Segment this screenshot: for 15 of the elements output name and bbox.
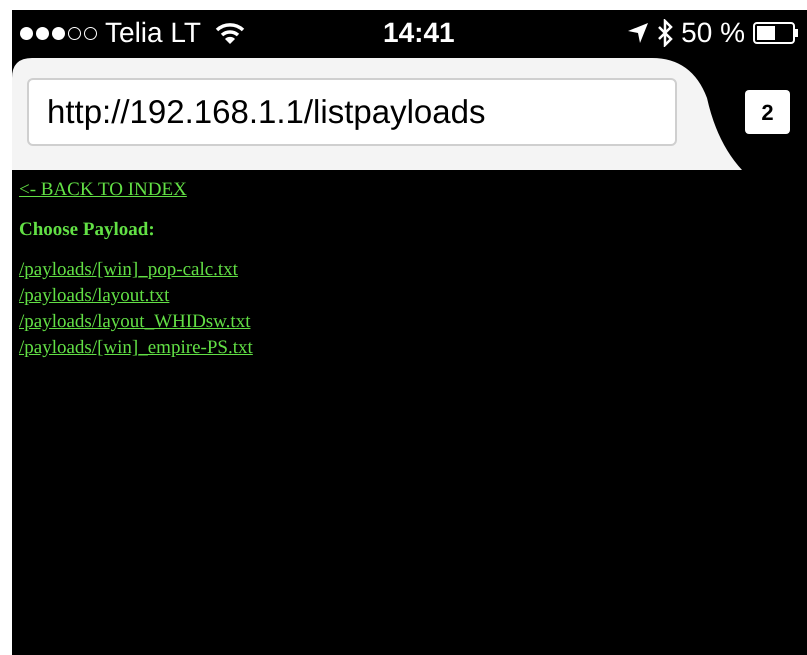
- wifi-icon: [214, 21, 245, 45]
- payload-link[interactable]: /payloads/layout.txt: [19, 283, 170, 309]
- location-arrow-icon: [627, 22, 650, 44]
- carrier-name: Telia LT: [105, 16, 201, 50]
- tab-count-button[interactable]: 2: [745, 90, 790, 134]
- payload-link[interactable]: /payloads/[win]_empire-PS.txt: [19, 335, 253, 361]
- clock-time: 14:41: [383, 16, 455, 50]
- battery-icon: [753, 22, 799, 44]
- url-field[interactable]: http://192.168.1.1/listpayloads: [27, 78, 677, 146]
- back-link[interactable]: <- BACK TO INDEX: [19, 177, 187, 203]
- page-heading: Choose Payload:: [19, 218, 155, 242]
- battery-percentage: 50 %: [681, 16, 745, 50]
- payload-link[interactable]: /payloads/layout_WHIDsw.txt: [19, 309, 250, 335]
- payload-link[interactable]: /payloads/[win]_pop-calc.txt: [19, 257, 238, 283]
- bluetooth-icon: [657, 19, 674, 47]
